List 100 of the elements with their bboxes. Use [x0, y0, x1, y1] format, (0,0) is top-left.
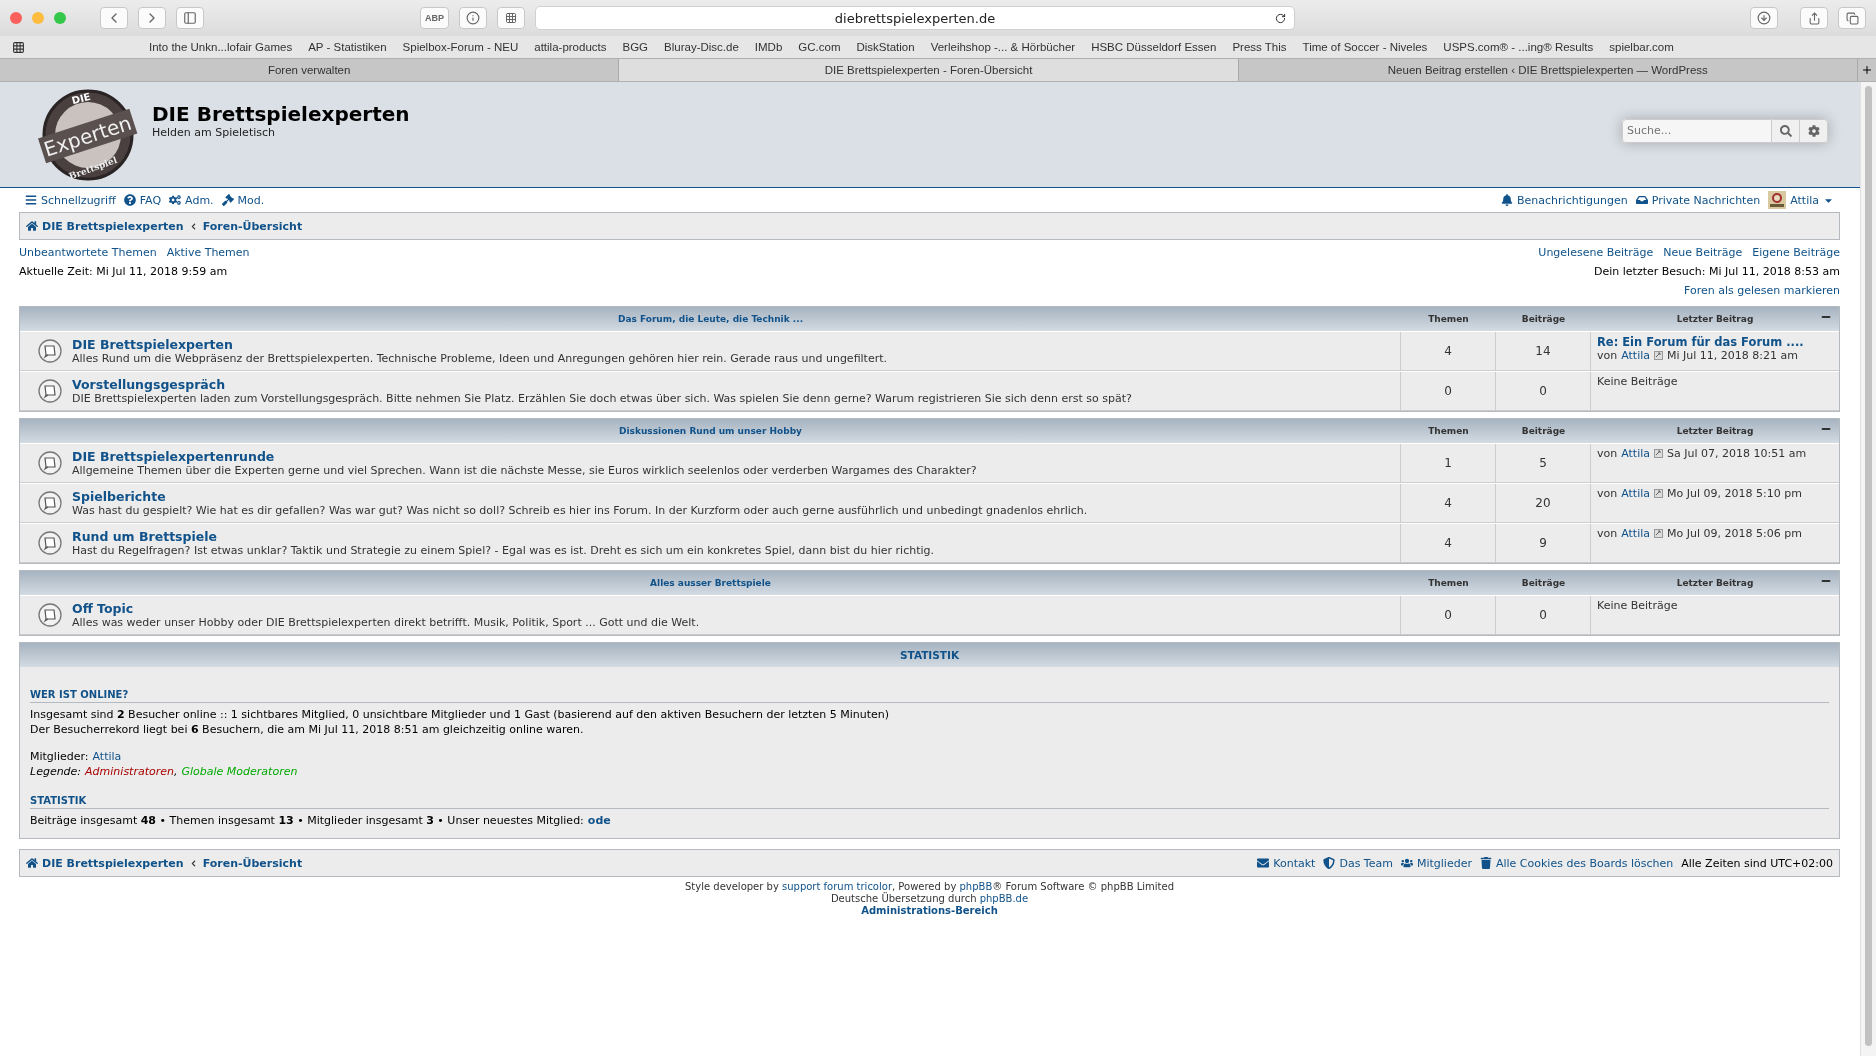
nav-link[interactable]: Adm.: [169, 193, 214, 207]
section-heading: STATISTIK: [30, 795, 1829, 809]
bookmark-link[interactable]: Press This: [1232, 41, 1287, 53]
quick-link[interactable]: Unbeantwortete Themen: [19, 246, 157, 259]
topic-count: 4: [1401, 524, 1496, 562]
search-button[interactable]: [1772, 118, 1800, 143]
apps-grid-icon[interactable]: [12, 40, 25, 54]
tabs-overview-button[interactable]: [1838, 7, 1866, 29]
breadcrumb-link[interactable]: DIE Brettspielexperten: [26, 219, 184, 233]
address-field[interactable]: diebrettspielexperten.de: [535, 6, 1295, 30]
credit-link[interactable]: phpBB.de: [979, 893, 1029, 904]
topic-count: 1: [1401, 444, 1496, 482]
mark-read-link[interactable]: Foren als gelesen markieren: [1684, 284, 1840, 297]
forum-title[interactable]: Spielberichte: [72, 489, 166, 504]
share-button[interactable]: [1800, 7, 1828, 29]
bookmark-link[interactable]: DiskStation: [856, 41, 915, 53]
footer-link[interactable]: Alle Cookies des Boards löschen: [1479, 856, 1674, 870]
bookmark-link[interactable]: Verleihshop -... & Hörbücher: [930, 41, 1076, 53]
bookmark-link[interactable]: AP - Statistiken: [308, 41, 387, 53]
downloads-button[interactable]: [1750, 7, 1778, 29]
bookmark-link[interactable]: Into the Unkn...lofair Games: [149, 41, 293, 53]
bookmark-link[interactable]: HSBC Düsseldorf Essen: [1091, 41, 1217, 53]
forum-title[interactable]: DIE Brettspielexpertenrunde: [72, 449, 275, 464]
credit-link[interactable]: phpBB: [959, 881, 993, 892]
category-title[interactable]: Alles ausser Brettspiele: [20, 578, 1401, 588]
credit-link[interactable]: support forum tricolor: [782, 881, 892, 892]
nav-link[interactable]: Benachrichtigungen: [1501, 193, 1628, 207]
breadcrumb-link[interactable]: Foren-Übersicht: [202, 219, 303, 233]
footer-link[interactable]: Kontakt: [1257, 856, 1316, 870]
nav-link[interactable]: FAQ: [123, 193, 162, 207]
download-icon: [1757, 11, 1771, 25]
view-post-icon[interactable]: [1654, 449, 1664, 458]
shield-icon: [1323, 857, 1336, 869]
nav-link[interactable]: Private Nachrichten: [1635, 193, 1761, 207]
gavel-icon: [221, 194, 234, 206]
bookmark-link[interactable]: GC.com: [798, 41, 841, 53]
info-button[interactable]: [459, 7, 487, 29]
author-link[interactable]: Attila: [1621, 487, 1651, 500]
column-header: Themen: [1427, 314, 1470, 324]
quick-link[interactable]: Aktive Themen: [166, 246, 250, 259]
site-title[interactable]: DIE Brettspielexperten: [152, 102, 410, 126]
share-icon: [1807, 11, 1821, 25]
help-icon: [123, 194, 136, 206]
advanced-search-button[interactable]: [1800, 118, 1828, 143]
reload-icon[interactable]: [1275, 12, 1286, 24]
forum-title[interactable]: Vorstellungsgespräch: [72, 377, 226, 392]
member-link[interactable]: Attila: [92, 750, 122, 763]
bookmark-link[interactable]: attila-products: [534, 41, 607, 53]
credit-text: Style developer by: [685, 881, 780, 892]
forum-title[interactable]: Rund um Brettspiele: [72, 529, 218, 544]
category-title[interactable]: Das Forum, die Leute, die Technik ...: [20, 314, 1401, 324]
forum-title[interactable]: DIE Brettspielexperten: [72, 337, 233, 352]
footer-link[interactable]: Das Team: [1323, 856, 1393, 870]
view-post-icon[interactable]: [1654, 489, 1664, 498]
new-tab-icon[interactable]: [1861, 64, 1873, 76]
admin-panel-link[interactable]: Administrations-Bereich: [861, 905, 998, 917]
bookmark-link[interactable]: Time of Soccer - Niveles: [1302, 41, 1428, 53]
author-link[interactable]: Attila: [1621, 527, 1651, 540]
user-menu[interactable]: Attila: [1768, 191, 1834, 209]
footer-link[interactable]: Mitglieder: [1400, 856, 1472, 870]
author-link[interactable]: Attila: [1621, 447, 1651, 460]
credit-text: Deutsche Übersetzung durch: [830, 893, 978, 904]
author-link[interactable]: Attila: [1621, 349, 1651, 362]
scrollbar[interactable]: [1860, 82, 1876, 1056]
category-title[interactable]: Diskussionen Rund um unser Hobby: [20, 426, 1401, 436]
column-header: Themen: [1427, 426, 1470, 436]
nav-link[interactable]: Mod.: [221, 193, 265, 207]
forum-description: Alles was weder unser Hobby oder DIE Brettspielexperten direkt betrifft. Musik, Politik, Sport ... Gott und die Welt.: [72, 616, 700, 629]
quick-link[interactable]: Ungelesene Beiträge: [1538, 246, 1654, 259]
last-post-title[interactable]: Re: Ein Forum für das Forum ....: [1597, 335, 1833, 349]
bookmark-link[interactable]: Bluray-Disc.de: [664, 41, 739, 53]
bookmark-link[interactable]: spielbar.com: [1609, 41, 1674, 53]
view-post-icon[interactable]: [1654, 351, 1664, 360]
quick-link[interactable]: Neue Beiträge: [1663, 246, 1743, 259]
quick-link[interactable]: Eigene Beiträge: [1752, 246, 1840, 259]
post-count: 0: [1496, 596, 1591, 634]
trash-icon: [1479, 857, 1492, 869]
nav-link[interactable]: Schnellzugriff: [25, 193, 116, 207]
forum-description: Was hast du gespielt? Wie hat es dir gefallen? Was war gut? Was nicht so doll? Schreib es hier ins Forum. In der Kurzform oder auch gerne ausführlich und unbedingt gnadenlos ehrlich.: [72, 504, 1088, 517]
forum-title[interactable]: Off Topic: [72, 601, 134, 616]
newest-member-link[interactable]: ode: [587, 814, 611, 827]
breadcrumb-link[interactable]: Foren-Übersicht: [202, 856, 303, 870]
search-field[interactable]: Suche...: [1622, 118, 1772, 143]
topic-count: 4: [1401, 484, 1496, 522]
bookmark-link[interactable]: USPS.com® - ...ing® Results: [1443, 41, 1594, 53]
view-post-icon[interactable]: [1654, 529, 1664, 538]
board-statistics: Beiträge insgesamt 48 • Themen insgesamt 13 • Mitglieder insgesamt 3 • Unser neuestes Mitglied:: [30, 813, 584, 828]
topic-count: 0: [1401, 372, 1496, 410]
forum-description: Hast du Regelfragen? Ist etwas unklar? Taktik und Strategie zu einem Spiel? - Egal was es ist. Dreht es sich um ein konkretes Spiel, dann bist du hier richtig.: [72, 544, 935, 557]
sidebar-button[interactable]: [176, 7, 204, 29]
breadcrumb-link[interactable]: DIE Brettspielexperten: [26, 856, 184, 870]
bookmark-link[interactable]: BGG: [622, 41, 649, 53]
adblock-button[interactable]: ABP: [420, 7, 449, 29]
menu-icon: [25, 194, 37, 206]
bookmark-link[interactable]: Spielbox-Forum - NEU: [402, 41, 519, 53]
extension-button[interactable]: [497, 7, 525, 29]
group-link[interactable]: Administratoren: [85, 764, 174, 779]
browser-tab[interactable]: DIE Brettspielexperten - Foren-Übersicht: [619, 59, 1239, 81]
gears-icon: [169, 194, 182, 206]
bookmark-link[interactable]: IMDb: [754, 41, 783, 53]
